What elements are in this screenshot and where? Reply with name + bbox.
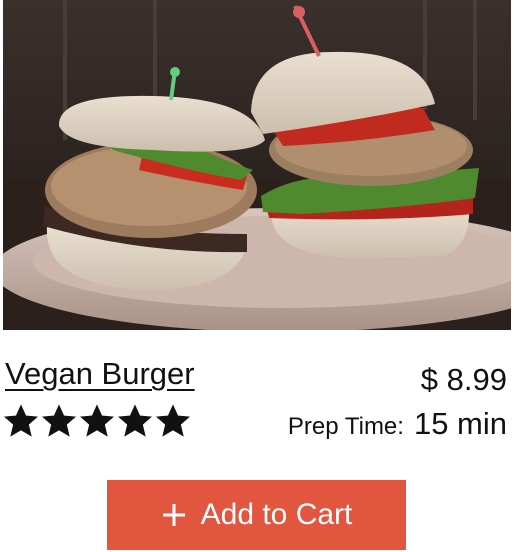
product-image [3, 0, 511, 330]
product-price: $ 8.99 [420, 362, 507, 397]
prep-time-label: Prep Time: [287, 413, 404, 440]
add-to-cart-button[interactable]: Add to Cart [107, 480, 406, 550]
add-to-cart-label: Add to Cart [200, 498, 353, 531]
prep-time-value: 15 min [413, 406, 507, 441]
star-filled-icon [118, 404, 152, 437]
star-filled-icon [4, 404, 38, 437]
star-filled-icon [42, 404, 76, 437]
star-rating [4, 404, 190, 438]
product-title-link[interactable]: Vegan Burger [5, 354, 195, 394]
plus-icon [162, 504, 185, 526]
prep-time: Prep Time: 15 min [288, 406, 507, 442]
star-filled-icon [80, 404, 114, 437]
star-filled-icon [156, 404, 190, 437]
